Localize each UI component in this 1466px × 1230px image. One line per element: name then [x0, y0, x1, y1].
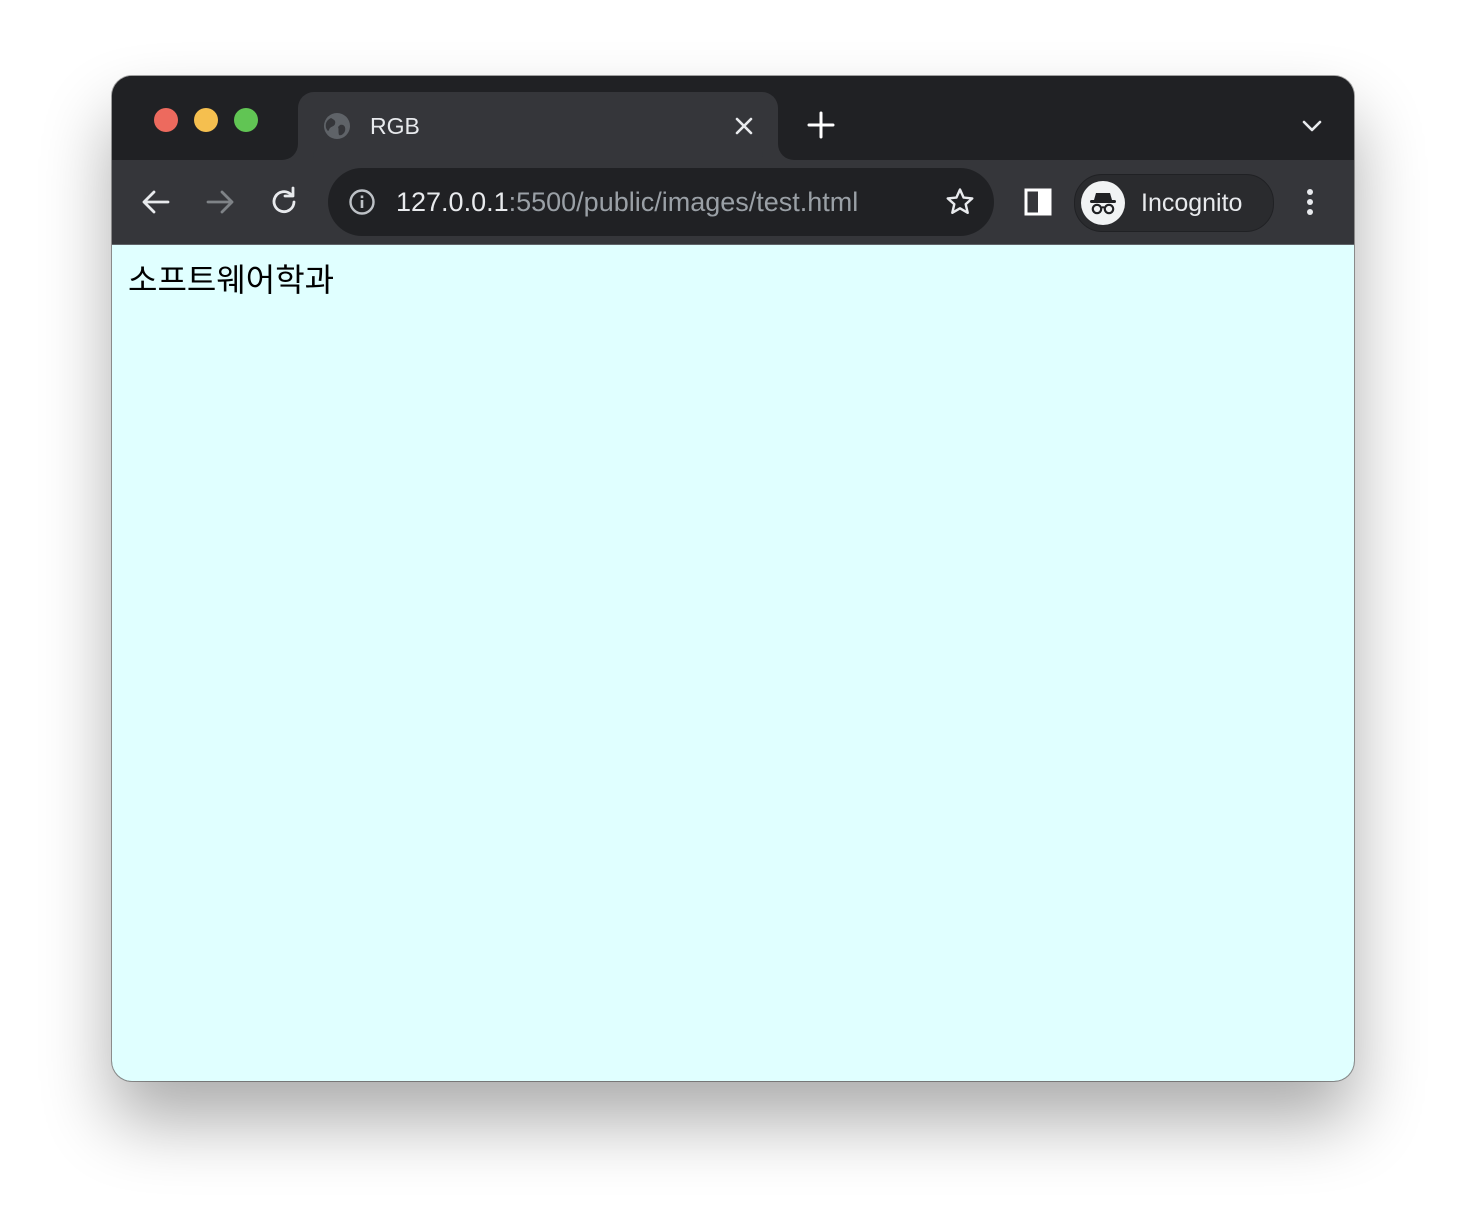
url-text[interactable]: 127.0.0.1:5500/public/images/test.html [396, 186, 858, 218]
page-content: 소프트웨어학과 [112, 245, 1354, 1081]
close-icon[interactable] [730, 112, 758, 140]
toolbar: 127.0.0.1:5500/public/images/test.html I… [112, 160, 1354, 245]
zoom-window-button[interactable] [234, 108, 258, 132]
side-panel-icon[interactable] [1020, 184, 1056, 220]
avatar [1081, 181, 1125, 225]
new-tab-button[interactable] [806, 110, 836, 140]
address-bar[interactable]: 127.0.0.1:5500/public/images/test.html [328, 168, 994, 236]
info-icon[interactable] [348, 188, 376, 216]
chevron-down-icon[interactable] [1300, 114, 1324, 138]
browser-window: RGB 127.0.0.1:5500/public/images/test.ht… [112, 76, 1354, 1081]
tab-strip: RGB [112, 76, 1354, 160]
close-window-button[interactable] [154, 108, 178, 132]
kebab-menu-icon[interactable] [1292, 184, 1328, 220]
url-host: 127.0.0.1 [396, 187, 509, 217]
reload-icon[interactable] [266, 184, 302, 220]
tab-rgb[interactable]: RGB [298, 92, 778, 160]
star-icon[interactable] [944, 186, 976, 218]
minimize-window-button[interactable] [194, 108, 218, 132]
arrow-left-icon[interactable] [138, 184, 174, 220]
url-path: :5500/public/images/test.html [508, 187, 859, 217]
arrow-right-icon[interactable] [202, 184, 238, 220]
tab-title: RGB [370, 113, 420, 139]
incognito-profile-button[interactable]: Incognito [1074, 174, 1274, 232]
profile-label: Incognito [1141, 189, 1243, 217]
page-heading-text: 소프트웨어학과 [128, 261, 335, 299]
incognito-icon [1090, 193, 1116, 215]
globe-icon [324, 113, 350, 139]
